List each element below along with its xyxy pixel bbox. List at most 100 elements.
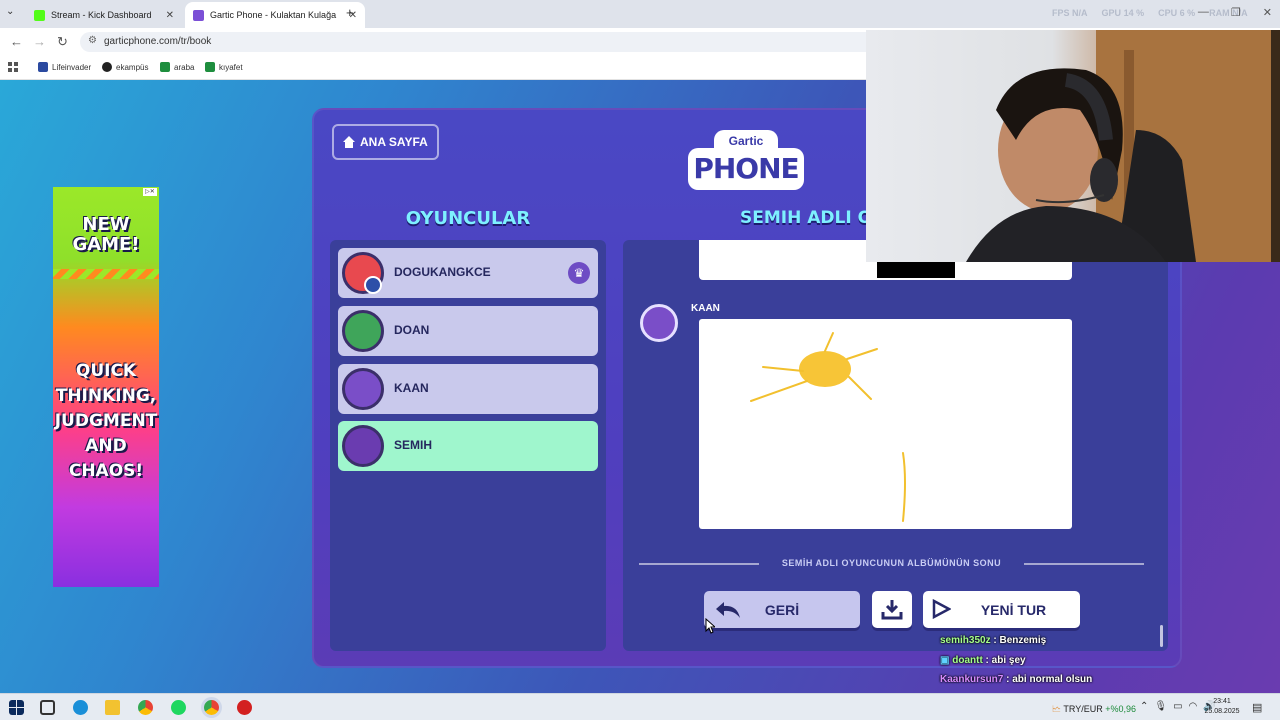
new-round-button-label: YENİ TUR (980, 601, 1047, 618)
kick-favicon-icon (34, 9, 45, 21)
window-controls: — ❐ ✕ (1198, 6, 1272, 19)
chat-username: semih350z (940, 635, 991, 646)
fps-stat: FPS N/A (1052, 8, 1088, 18)
player-avatar (342, 368, 384, 410)
currency-widget[interactable]: 🗠 TRY/EUR +%0,96 (1052, 702, 1136, 718)
home-button[interactable]: ANA SAYFA (332, 124, 439, 160)
back-button[interactable]: GERİ (704, 591, 860, 628)
close-tab-icon[interactable]: ✕ (166, 10, 174, 21)
stream-chat-overlay: semih350z : Benzemiş ▣ doantt : abi şey … (930, 631, 1270, 693)
bookmark-kiyafet[interactable]: kıyafet (205, 62, 243, 72)
spotify-icon[interactable] (171, 700, 186, 715)
bookmark-lifeinvader[interactable]: Lifeinvader (38, 62, 91, 72)
divider-line-right (1024, 563, 1144, 565)
browser-tab-bar: ⌄ Stream - Kick Dashboard ✕ Gartic Phone… (0, 0, 1280, 28)
apps-grid-icon[interactable] (8, 62, 18, 72)
player-name: DOGUKANGKCE (394, 265, 491, 279)
album-end-divider: SEMİH ADLI OYUNCUNUN ALBÜMÜNÜN SONU (639, 556, 1144, 572)
undo-arrow-icon (716, 602, 740, 618)
forward-arrow-icon[interactable]: → (33, 34, 46, 49)
bookmark-favicon-icon (160, 62, 170, 72)
webcam-overlay (866, 30, 1280, 262)
tab-kick-dashboard[interactable]: Stream - Kick Dashboard ✕ (26, 2, 182, 28)
battery-icon[interactable]: ▭ (1173, 701, 1182, 712)
url-text: garticphone.com/tr/book (104, 36, 212, 47)
chat-text: : abi şey (982, 655, 1026, 666)
windows-taskbar: 🗠 TRY/EUR +%0,96 ⌃ 🎙 ▭ ◠ 🔊 23:41 25.08.2… (0, 693, 1280, 720)
reload-icon[interactable]: ↻ (57, 34, 68, 50)
home-icon (343, 136, 355, 148)
chat-badge-icon: ▣ (940, 655, 953, 666)
download-button[interactable] (872, 591, 912, 628)
wifi-icon[interactable]: ◠ (1189, 701, 1198, 712)
player-row-dogukangkce[interactable]: DOGUKANGKCE ♛ (338, 248, 598, 298)
mouse-cursor-icon (705, 618, 715, 634)
sun-drawing (750, 332, 906, 522)
bookmark-favicon-icon (38, 62, 48, 72)
tray-chevron-up-icon[interactable]: ⌃ (1140, 701, 1148, 712)
taskbar-clock[interactable]: 23:41 25.08.2025 (1200, 697, 1244, 717)
download-icon (881, 600, 903, 620)
address-bar[interactable]: ⚙ garticphone.com/tr/book (80, 32, 900, 52)
chrome-icon[interactable] (138, 700, 153, 715)
tab-search-chevron-icon[interactable]: ⌄ (6, 6, 14, 17)
tab-title: Gartic Phone - Kulaktan Kulağa (210, 10, 337, 20)
microphone-icon[interactable]: 🎙 (1154, 701, 1167, 712)
chat-message: semih350z : Benzemiş (940, 635, 1046, 646)
gartic-phone-logo: Gartic PHONE (686, 124, 806, 196)
currency-change: +%0,96 (1105, 704, 1137, 714)
bookmark-araba[interactable]: araba (160, 62, 194, 72)
close-window-icon[interactable]: ✕ (1263, 6, 1272, 19)
currency-icon: 🗠 (1052, 704, 1064, 714)
drawing-canvas (699, 319, 1072, 529)
chat-message: ▣ doantt : abi şey (940, 655, 1026, 666)
gpu-stat: GPU 14 % (1101, 8, 1145, 18)
player-row-kaan[interactable]: KAAN (338, 364, 598, 414)
home-button-label: ANA SAYFA (360, 135, 428, 149)
minimize-icon[interactable]: — (1198, 6, 1209, 19)
currency-pair: TRY/EUR (1063, 704, 1103, 714)
ad-tagline: QUICK THINKING, JUDGMENT AND CHAOS! (54, 361, 158, 481)
bookmark-favicon-icon (102, 62, 112, 72)
edge-browser-icon[interactable] (73, 700, 88, 715)
obs-recording-icon[interactable] (237, 700, 252, 715)
players-heading: OYUNCULAR (405, 208, 531, 229)
cpu-stat: CPU 6 % (1158, 8, 1196, 18)
host-user-icon (364, 276, 382, 294)
logo-phone-text: PHONE (688, 148, 804, 190)
back-arrow-icon[interactable]: ← (10, 34, 23, 49)
tab-gartic-phone[interactable]: Gartic Phone - Kulaktan Kulağa ✕ (185, 2, 365, 28)
player-name: SEMIH (394, 438, 433, 452)
gartic-favicon-icon (193, 9, 204, 21)
player-row-doan[interactable]: DOAN (338, 306, 598, 356)
maximize-icon[interactable]: ❐ (1231, 6, 1241, 19)
chat-text: : abi normal olsun (1003, 674, 1093, 685)
drawing-author-avatar (640, 304, 678, 342)
chat-text: : Benzemiş (990, 635, 1047, 646)
chrome-active-icon[interactable] (204, 700, 219, 715)
player-row-semih[interactable]: SEMIH (338, 421, 598, 471)
bookmark-ekampus[interactable]: ekampüs (102, 62, 148, 72)
ad-zigzag-decoration (53, 269, 159, 279)
bookmark-label: araba (174, 62, 195, 72)
site-info-icon[interactable]: ⚙ (88, 35, 97, 46)
clock-date: 25.08.2025 (1204, 708, 1240, 715)
task-view-icon[interactable] (40, 700, 55, 715)
new-round-button[interactable]: YENİ TUR (923, 591, 1080, 628)
bookmark-favicon-icon (205, 62, 215, 72)
file-explorer-icon[interactable] (105, 700, 120, 715)
bookmark-label: kıyafet (219, 62, 243, 72)
player-name: KAAN (394, 381, 429, 395)
windows-start-icon[interactable] (9, 700, 24, 715)
player-avatar (342, 310, 384, 352)
chat-username: doantt (952, 655, 983, 666)
crown-icon: ♛ (568, 262, 590, 284)
back-button-label: GERİ (764, 601, 800, 618)
ad-headline: NEW GAME! (72, 214, 140, 255)
ad-choices-icon[interactable]: ▷✕ (143, 188, 157, 196)
player-avatar (342, 425, 384, 467)
new-tab-plus-icon[interactable]: + (346, 5, 354, 20)
side-advertisement[interactable]: ▷✕ NEW GAME! QUICK THINKING, JUDGMENT AN… (53, 187, 159, 587)
chat-message: Kaankursun7 : abi normal olsun (940, 674, 1092, 685)
notification-icon[interactable]: ▤ (1252, 701, 1262, 714)
